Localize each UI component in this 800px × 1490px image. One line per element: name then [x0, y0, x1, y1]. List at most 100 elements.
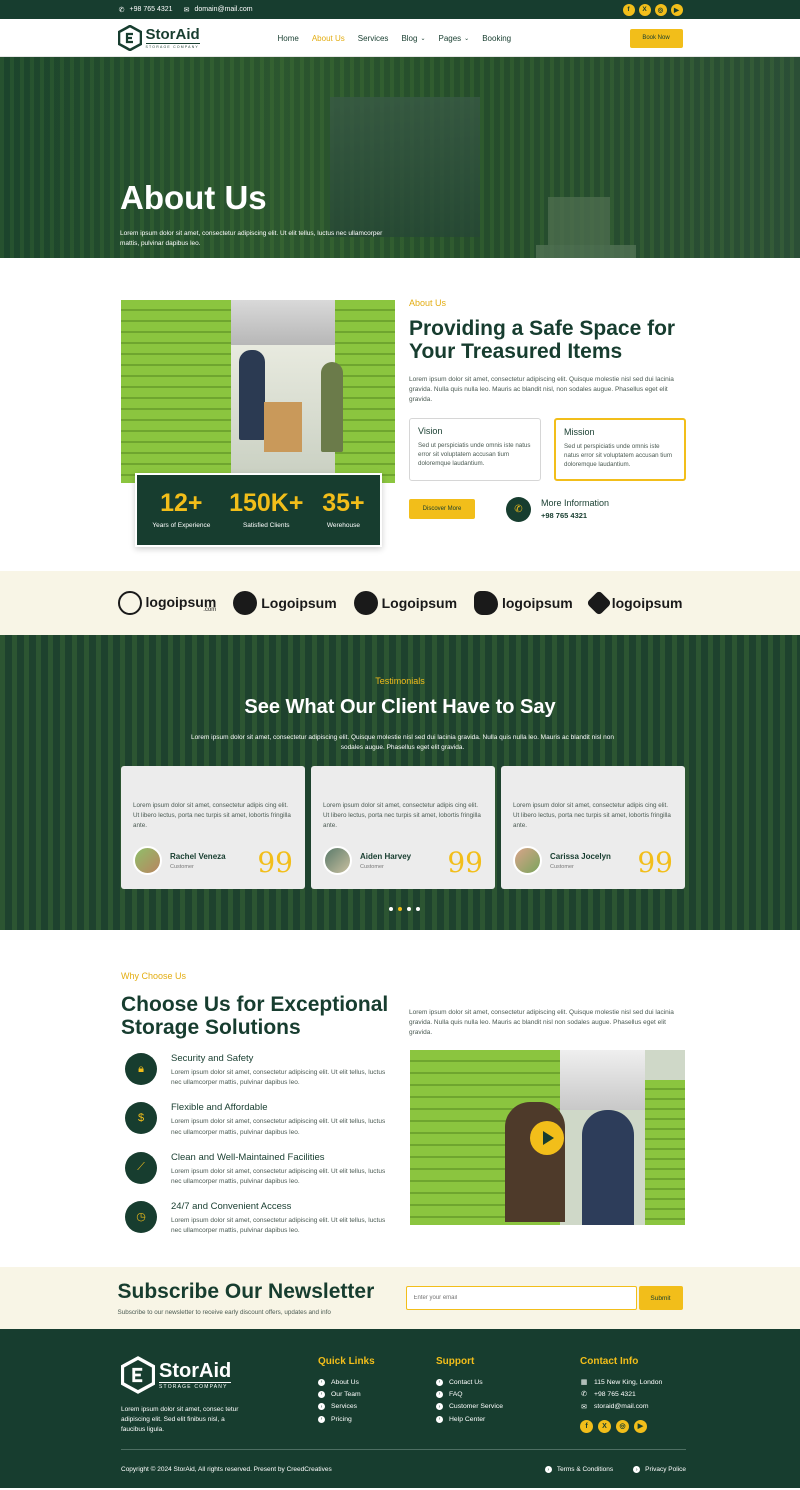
- footer-link-customer-service[interactable]: › Customer Service: [436, 1401, 503, 1413]
- slider-dot[interactable]: [416, 907, 420, 911]
- feature-title: Flexible and Affordable: [171, 1102, 268, 1114]
- testimonial-card: Lorem ipsum dolor sit amet, consectetur …: [121, 766, 305, 889]
- submit-button[interactable]: Submit: [638, 1286, 683, 1310]
- email-field[interactable]: [405, 1286, 637, 1310]
- hero-text: Lorem ipsum dolor sit amet, consectetur …: [120, 230, 383, 248]
- stat-label: Years of Experience: [152, 522, 211, 529]
- chevron-right-icon: ›: [436, 1403, 443, 1411]
- footer-link-about-us[interactable]: › About Us: [318, 1376, 375, 1388]
- nav-item-home[interactable]: Home: [278, 34, 299, 43]
- main-nav: StorAid STORAGE COMPANY Home About Us Se…: [0, 19, 800, 57]
- testimonial-text: Lorem ipsum dolor sit amet, consectetur …: [513, 802, 671, 829]
- about-title: Providing a Safe Space for Your Treasure…: [409, 317, 676, 363]
- youtube-icon[interactable]: ▶: [634, 1419, 647, 1433]
- topbar-email[interactable]: ✉ domain@mail.com: [183, 6, 253, 14]
- nav-item-blog[interactable]: Blog ⌄: [401, 34, 425, 43]
- mail-icon: ✉: [581, 1403, 587, 1411]
- facebook-icon[interactable]: f: [580, 1419, 593, 1433]
- broom-icon: ⟋: [125, 1151, 157, 1184]
- footer-link-services[interactable]: › Services: [318, 1401, 375, 1413]
- phone-icon: ✆: [118, 6, 125, 14]
- shape-logo-icon: [473, 591, 498, 615]
- vision-text: Sed ut perspiciatis unde omnis iste natu…: [418, 441, 531, 468]
- book-now-button[interactable]: Book Now: [629, 28, 683, 48]
- support-links: Support › Contact Us › FAQ › Customer Servi…: [436, 1356, 503, 1425]
- partner-logos: logoipsum .com Logoipsum Logoipsum logoip…: [0, 571, 800, 635]
- lock-icon: 🔒︎: [125, 1053, 157, 1086]
- quick-links-title: Quick Links: [318, 1356, 375, 1367]
- feature-item: $ Flexible and Affordable Lorem ipsum dol…: [121, 1102, 396, 1137]
- x-icon[interactable]: X: [598, 1419, 611, 1433]
- feature-item: 🔒︎ Security and Safety Lorem ipsum dolor …: [121, 1053, 396, 1088]
- quote-icon: 99: [447, 846, 483, 879]
- terms-link[interactable]: › Terms & Conditions: [544, 1466, 613, 1473]
- money-bag-icon: $: [125, 1102, 157, 1135]
- partner-logo: logoipsum .com: [117, 591, 216, 615]
- quick-links: Quick Links › About Us › Our Team › Service…: [318, 1356, 375, 1425]
- topbar-phone[interactable]: ✆ +98 765 4321: [118, 6, 173, 14]
- chevron-right-icon: ›: [436, 1378, 443, 1386]
- wave-logo-icon: [233, 591, 258, 615]
- brand-tagline: STORAGE COMPANY: [159, 1383, 228, 1390]
- newsletter-subtitle: Subscribe to our newsletter to receive e…: [117, 1309, 331, 1316]
- contact-email[interactable]: ✉ storaid@mail.com: [580, 1401, 662, 1413]
- feature-item: ⟋ Clean and Well-Maintained Facilities Lo…: [121, 1151, 396, 1187]
- link-label: Help Center: [449, 1415, 486, 1423]
- footer-logo[interactable]: StorAid STORAGE COMPANY: [121, 1356, 232, 1394]
- youtube-icon[interactable]: ▶: [670, 3, 683, 16]
- instagram-icon[interactable]: ◎: [654, 3, 667, 16]
- slider-dot[interactable]: [407, 907, 411, 911]
- footer-link-our-team[interactable]: › Our Team: [318, 1388, 375, 1400]
- contact-title: Contact Info: [580, 1356, 639, 1367]
- brand-tagline: STORAGE COMPANY: [145, 44, 199, 49]
- stats-panel: 12+ Years of Experience 150K+ Satisfied Cl…: [135, 473, 382, 547]
- cardboard-box: [264, 402, 302, 452]
- vision-card: Vision Sed ut perspiciatis unde omnis is…: [409, 417, 541, 481]
- feature-text: Lorem ipsum dolor sit amet, consectetur …: [171, 1216, 386, 1234]
- nav-item-booking[interactable]: Booking: [482, 34, 511, 43]
- chevron-right-icon: ›: [544, 1466, 552, 1473]
- footer: StorAid STORAGE COMPANY Lorem ipsum dolo…: [0, 1329, 800, 1488]
- nav-item-pages[interactable]: Pages ⌄: [438, 34, 469, 43]
- stat-warehouse: 35+ Werehouse: [322, 491, 364, 530]
- info-title: More Information: [541, 498, 610, 509]
- slider-dot[interactable]: [389, 907, 393, 911]
- feature-title: Security and Safety: [171, 1053, 254, 1065]
- avatar: [513, 846, 542, 875]
- footer-link-help-center[interactable]: › Help Center: [436, 1413, 503, 1425]
- page-title: About Us: [120, 179, 267, 216]
- footer-link-contact-us[interactable]: › Contact Us: [436, 1376, 503, 1388]
- chevron-down-icon: ⌄: [420, 35, 426, 42]
- testimonials-eyebrow: Testimonials: [375, 676, 425, 686]
- locker-row: [645, 1080, 685, 1225]
- logo-text: Logoipsum: [261, 595, 337, 611]
- link-label: Privacy Police: [645, 1466, 686, 1473]
- play-icon[interactable]: [530, 1121, 564, 1155]
- link-label: Contact Us: [449, 1378, 483, 1386]
- slider-dot-active[interactable]: [398, 907, 402, 911]
- top-bar: ✆ +98 765 4321 ✉ domain@mail.com f X ◎ ▶: [0, 0, 800, 19]
- contact-phone[interactable]: ✆ +98 765 4321: [580, 1388, 662, 1400]
- video-thumbnail[interactable]: [410, 1050, 685, 1225]
- why-title: Choose Us for Exceptional Storage Soluti…: [121, 993, 389, 1039]
- nav-item-about-us[interactable]: About Us: [312, 34, 345, 43]
- privacy-link[interactable]: › Privacy Police: [633, 1466, 686, 1473]
- hero-overlay: [0, 57, 800, 258]
- nav-menu: Home About Us Services Blog ⌄ Pages ⌄ Book…: [278, 34, 512, 43]
- footer-link-pricing[interactable]: › Pricing: [318, 1413, 375, 1425]
- instagram-icon[interactable]: ◎: [616, 1419, 629, 1433]
- avatar: [133, 846, 162, 875]
- testimonials-section: Testimonials See What Our Client Have to…: [0, 635, 800, 930]
- nav-item-services[interactable]: Services: [358, 34, 389, 43]
- discover-more-button[interactable]: Discover More: [409, 499, 475, 520]
- hero-banner: About Us Lorem ipsum dolor sit amet, con…: [0, 57, 800, 258]
- facebook-icon[interactable]: f: [622, 3, 635, 16]
- customer-name: Rachel Veneza: [170, 851, 226, 861]
- feature-title: Clean and Well-Maintained Facilities: [171, 1151, 325, 1163]
- more-information[interactable]: ✆ More Information +98 765 4321: [506, 496, 610, 522]
- x-icon[interactable]: X: [638, 3, 651, 16]
- footer-link-faq[interactable]: › FAQ: [436, 1388, 503, 1400]
- brand-logo[interactable]: StorAid STORAGE COMPANY: [117, 25, 278, 51]
- dots-logo-icon: [585, 590, 612, 616]
- partner-logo: logoipsum: [585, 590, 682, 616]
